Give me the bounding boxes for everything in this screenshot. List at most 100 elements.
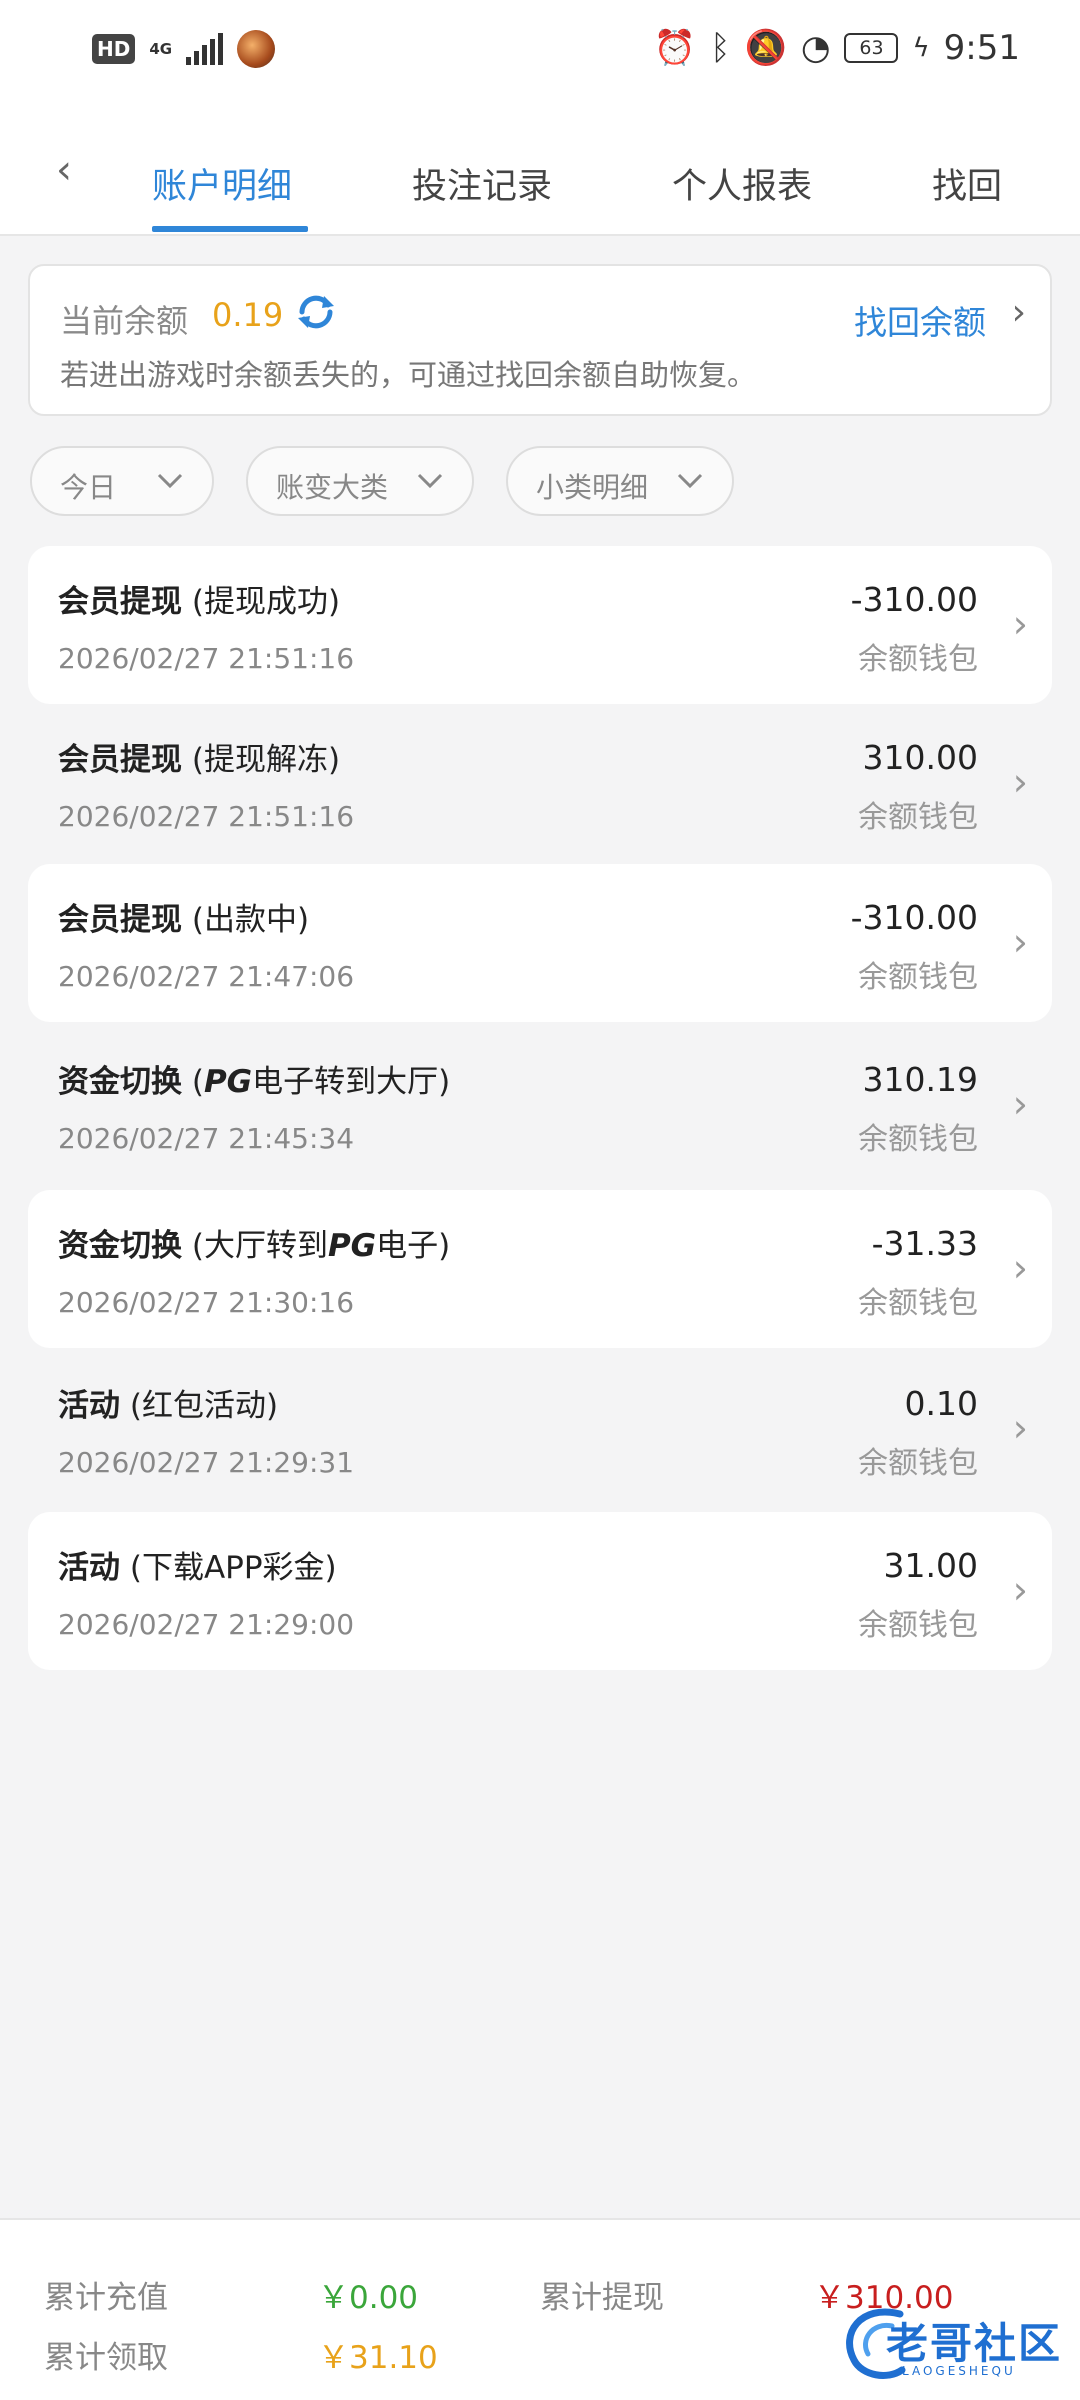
record-category: 会员提现	[58, 584, 182, 620]
chevron-right-icon: ›	[1012, 920, 1028, 964]
record-time: 2026/02/27 21:29:00	[58, 1608, 355, 1641]
record-row[interactable]: 会员提现 (提现解冻) 2026/02/27 21:51:16 310.00 余…	[28, 704, 1052, 862]
claim-total-label: 累计领取	[44, 2340, 168, 2376]
record-amount: 310.00	[862, 738, 978, 777]
filter-category[interactable]: 账变大类	[246, 446, 474, 516]
signal-icon	[186, 33, 224, 65]
record-detail: (提现解冻)	[182, 742, 341, 778]
recover-balance-button[interactable]: 找回余额	[854, 296, 986, 344]
record-time: 2026/02/27 21:51:16	[58, 642, 355, 675]
record-row[interactable]: 活动 (下载APP彩金) 2026/02/27 21:29:00 31.00 余…	[28, 1512, 1052, 1670]
record-detail: (红包活动)	[120, 1388, 279, 1424]
chevron-down-icon	[677, 473, 703, 489]
record-amount: -310.00	[850, 580, 978, 619]
record-title: 会员提现 (提现解冻)	[58, 734, 340, 779]
record-detail: (出款中)	[182, 902, 310, 938]
chevron-right-icon: ›	[1012, 1406, 1028, 1450]
back-arrow-icon[interactable]: ‹	[56, 150, 86, 190]
record-detail-pre: (大厅转到	[182, 1228, 328, 1264]
record-detail: (提现成功)	[182, 584, 341, 620]
record-category: 资金切换	[58, 1064, 182, 1100]
battery-icon: 63	[844, 33, 899, 63]
record-time: 2026/02/27 21:29:31	[58, 1446, 355, 1479]
record-wallet: 余额钱包	[858, 642, 978, 677]
balance-card: 当前余额 0.19 找回余额 › 若进出游戏时余额丢失的，可通过找回余额自助恢复…	[28, 264, 1052, 416]
tab-bar: ‹ 账户明细 投注记录 个人报表 找回	[0, 110, 1080, 236]
record-title: 活动 (红包活动)	[58, 1380, 278, 1425]
record-wallet: 余额钱包	[858, 1122, 978, 1157]
record-wallet: 余额钱包	[858, 960, 978, 995]
chevron-right-icon: ›	[1012, 1246, 1028, 1290]
tab-account-details[interactable]: 账户明细	[152, 158, 292, 209]
mute-bell-icon: 🔕	[744, 28, 787, 68]
balance-tip: 若进出游戏时余额丢失的，可通过找回余额自助恢复。	[60, 358, 757, 392]
record-detail: (下载APP彩金)	[120, 1550, 337, 1586]
watermark-text: 老哥社区	[886, 2319, 1063, 2368]
chevron-right-icon: ›	[1012, 760, 1028, 804]
record-title: 会员提现 (提现成功)	[58, 576, 340, 621]
chevron-right-icon: ›	[1012, 602, 1028, 646]
record-title: 资金切换 (PG电子转到大厅)	[58, 1056, 450, 1101]
record-detail-pre: (	[182, 1064, 204, 1100]
record-amount: 310.19	[862, 1060, 978, 1099]
record-time: 2026/02/27 21:45:34	[58, 1122, 355, 1155]
refresh-icon[interactable]	[294, 290, 338, 334]
withdraw-total-label: 累计提现	[540, 2280, 664, 2316]
chevron-down-icon	[157, 473, 183, 489]
tab-bet-records[interactable]: 投注记录	[412, 158, 552, 209]
record-row[interactable]: 活动 (红包活动) 2026/02/27 21:29:31 0.10 余额钱包 …	[28, 1350, 1052, 1508]
pg-logo: PG	[327, 1228, 377, 1264]
notification-avatar-icon	[237, 30, 276, 68]
alarm-icon: ⏰	[653, 28, 697, 68]
record-category: 活动	[58, 1388, 120, 1424]
record-row[interactable]: 会员提现 (提现成功) 2026/02/27 21:51:16 -310.00 …	[28, 546, 1052, 704]
watermark-logo: 老哥社区 LAOGESHEQU	[840, 2300, 1070, 2390]
status-left: HD 4G	[92, 30, 276, 68]
pg-logo: PG	[203, 1064, 253, 1100]
record-time: 2026/02/27 21:47:06	[58, 960, 355, 993]
record-row[interactable]: 资金切换 (PG电子转到大厅) 2026/02/27 21:45:34 310.…	[28, 1026, 1052, 1184]
clock: 9:51	[943, 28, 1020, 68]
status-right: ⏰ ᛒ 🔕 ◔ 63 ϟ 9:51	[654, 28, 1020, 68]
tab-personal-report[interactable]: 个人报表	[672, 158, 812, 209]
record-wallet: 余额钱包	[858, 800, 978, 835]
record-detail-post: 电子)	[376, 1228, 451, 1264]
filter-date[interactable]: 今日	[30, 446, 214, 516]
chevron-right-icon: ›	[1012, 1082, 1028, 1126]
record-row[interactable]: 会员提现 (出款中) 2026/02/27 21:47:06 -310.00 余…	[28, 864, 1052, 1022]
record-category: 资金切换	[58, 1228, 182, 1264]
recharge-total-value: ￥0.00	[318, 2280, 419, 2316]
active-tab-indicator	[152, 226, 308, 232]
record-amount: 0.10	[904, 1384, 978, 1423]
record-title: 活动 (下载APP彩金)	[58, 1542, 337, 1587]
record-category: 活动	[58, 1550, 120, 1586]
record-category: 会员提现	[58, 902, 182, 938]
record-title: 资金切换 (大厅转到PG电子)	[58, 1220, 450, 1265]
network-type: 4G	[149, 40, 173, 58]
filter-category-label: 账变大类	[276, 471, 389, 504]
filter-subcategory-label: 小类明细	[536, 471, 649, 504]
record-detail-post: 电子转到大厅)	[252, 1064, 451, 1100]
balance-label: 当前余额	[60, 302, 189, 340]
record-row[interactable]: 资金切换 (大厅转到PG电子) 2026/02/27 21:30:16 -31.…	[28, 1190, 1052, 1348]
speed-gauge-icon: ◔	[800, 28, 831, 68]
chevron-right-icon: ›	[1011, 292, 1026, 333]
record-wallet: 余额钱包	[858, 1286, 978, 1321]
tab-recover[interactable]: 找回	[932, 158, 1002, 209]
chevron-right-icon: ›	[1012, 1568, 1028, 1612]
hd-badge: HD	[92, 34, 136, 64]
record-title: 会员提现 (出款中)	[58, 894, 309, 939]
chevron-down-icon	[417, 473, 443, 489]
charging-icon: ϟ	[912, 33, 930, 63]
balance-value: 0.19	[212, 296, 284, 334]
recharge-total-label: 累计充值	[44, 2280, 168, 2316]
watermark-subtext: LAOGESHEQU	[902, 2364, 1016, 2378]
claim-total-value: ￥31.10	[318, 2340, 438, 2376]
bluetooth-icon: ᛒ	[710, 28, 731, 68]
record-wallet: 余额钱包	[858, 1608, 978, 1643]
filter-subcategory[interactable]: 小类明细	[506, 446, 734, 516]
record-wallet: 余额钱包	[858, 1446, 978, 1481]
record-amount: -310.00	[850, 898, 978, 937]
record-time: 2026/02/27 21:51:16	[58, 800, 355, 833]
record-amount: 31.00	[883, 1546, 978, 1585]
